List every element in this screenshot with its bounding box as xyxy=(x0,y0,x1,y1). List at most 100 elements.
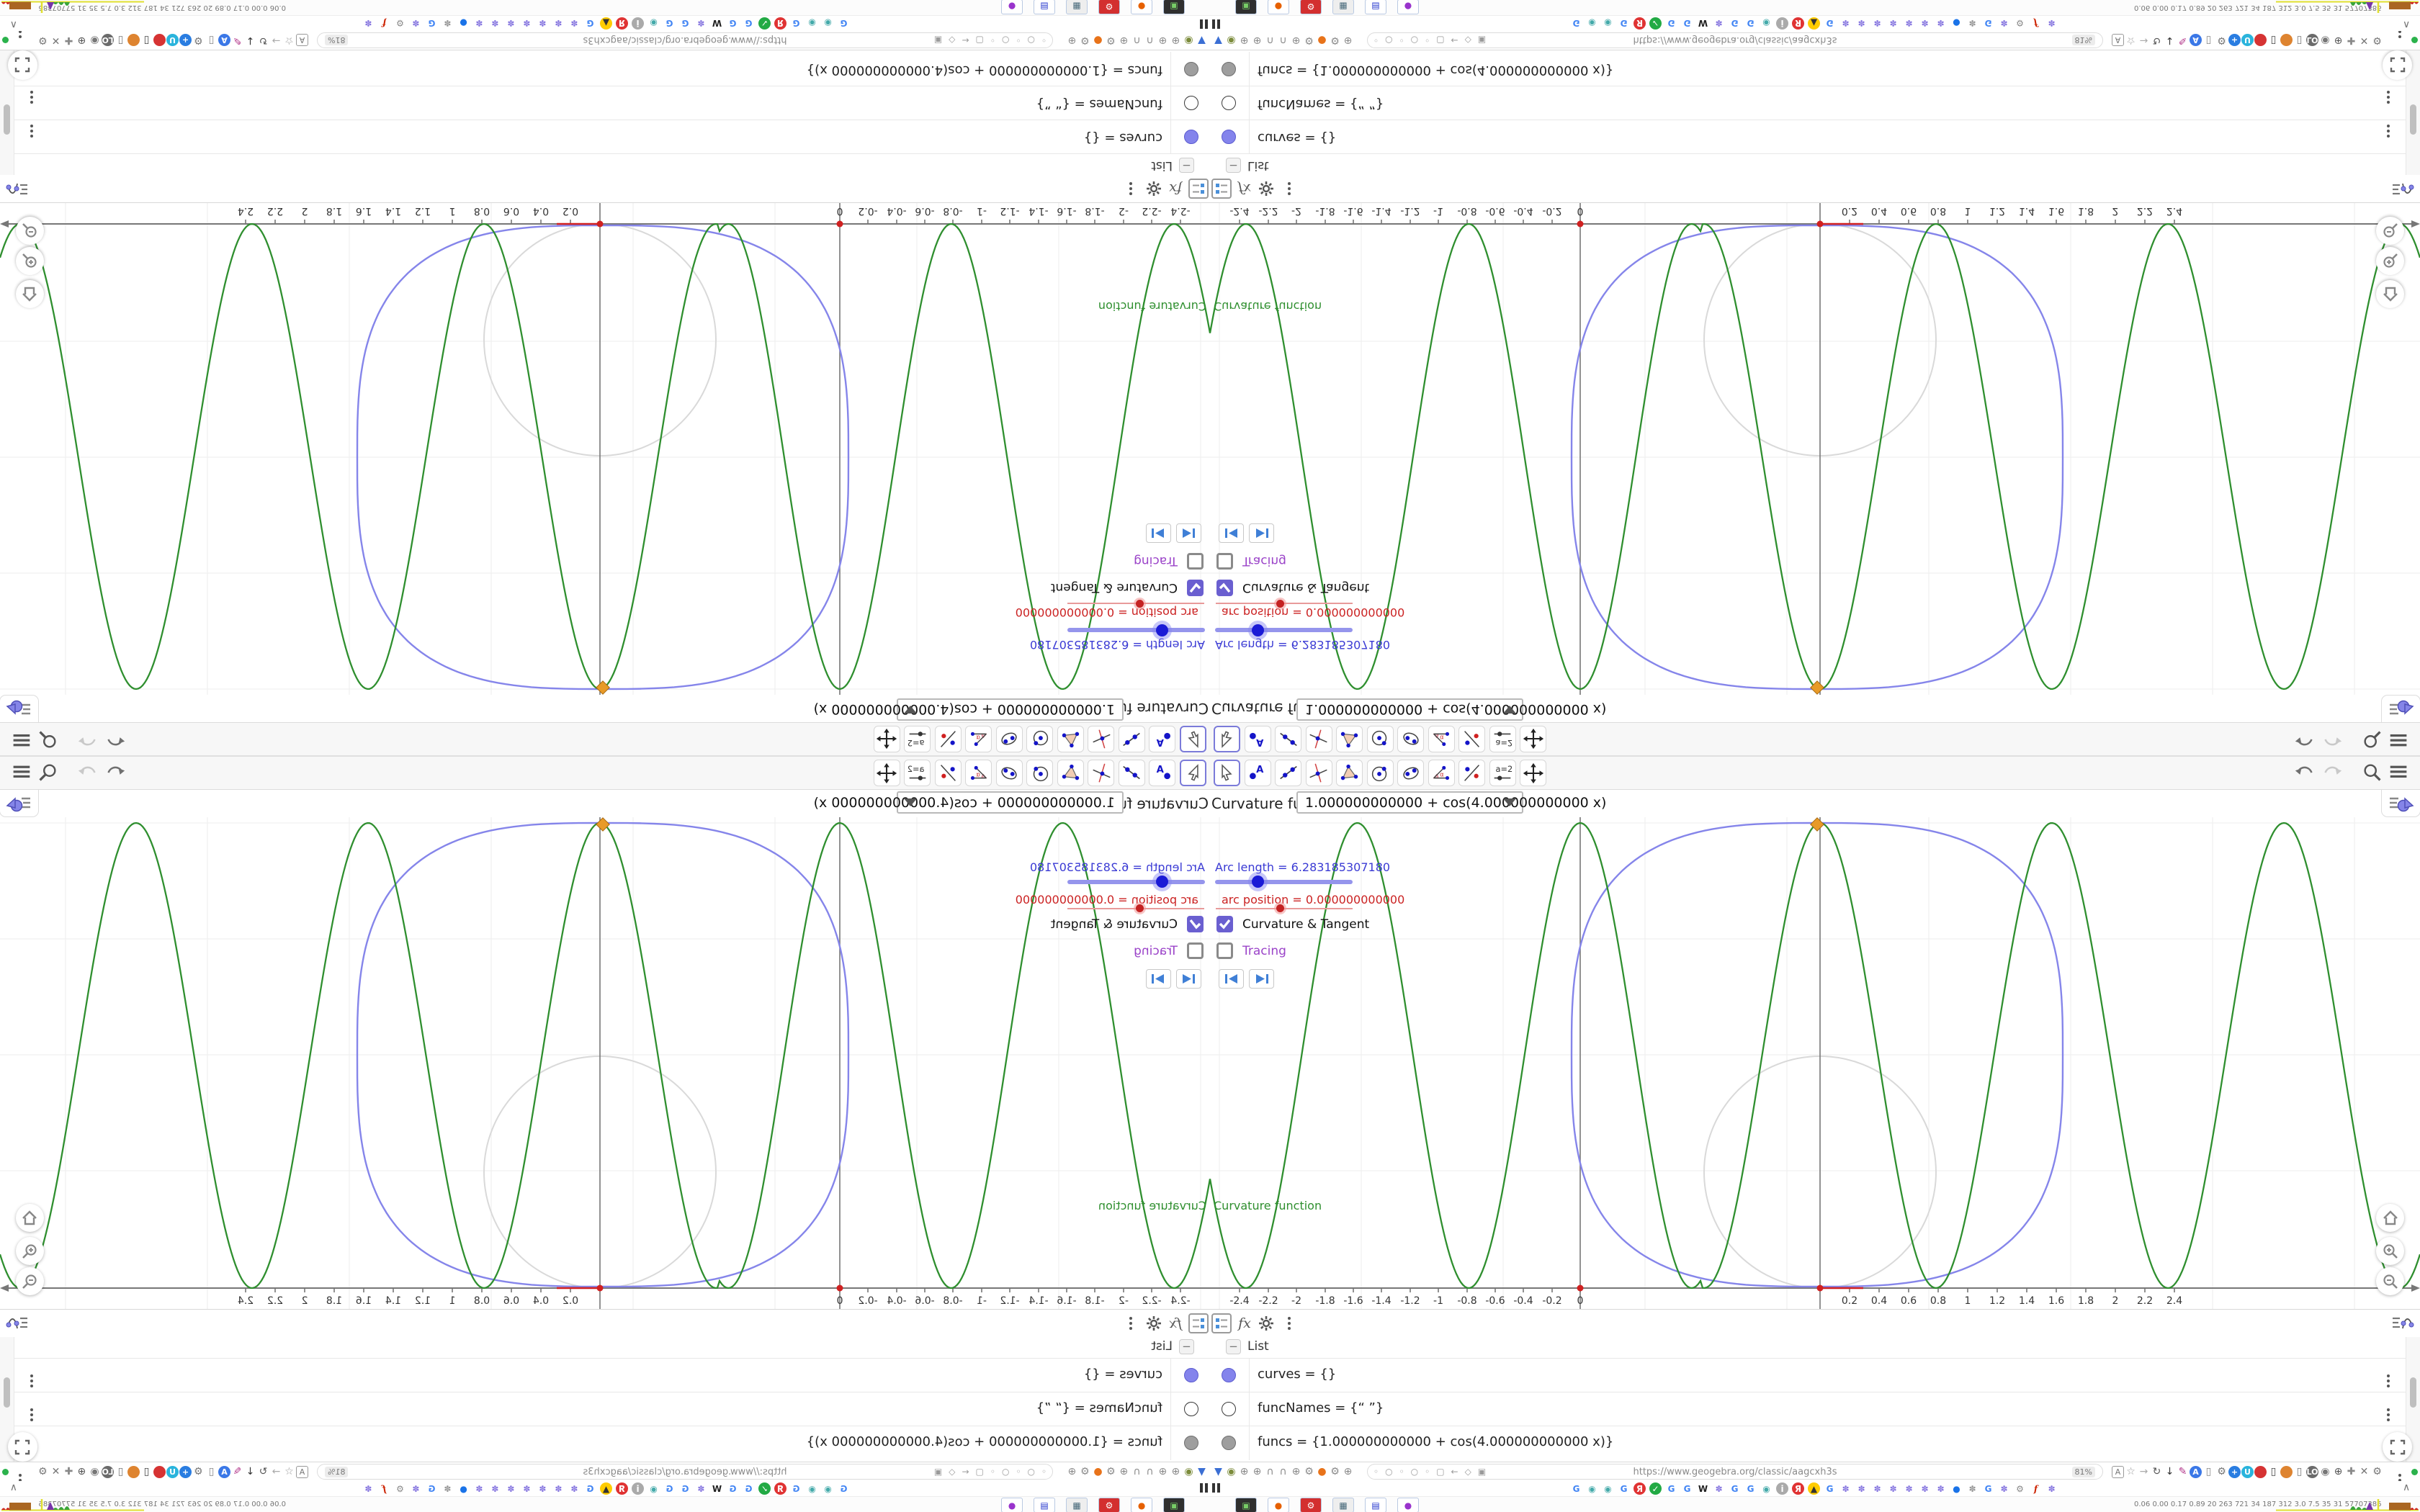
algebra-more-options-icon[interactable] xyxy=(1121,1313,1141,1333)
curve-start-point[interactable] xyxy=(596,1284,604,1292)
algebra-row-funcNames[interactable]: funcNames = {“ ”} xyxy=(0,86,1210,120)
extension-icon[interactable]: A xyxy=(2112,1465,2124,1478)
bookmark-favicon[interactable]: W xyxy=(1697,17,1709,30)
bookmark-favicon[interactable]: G xyxy=(1982,1482,1994,1495)
zoom-search-icon[interactable] xyxy=(2360,726,2386,751)
extension-icon[interactable]: ⊕ xyxy=(1066,35,1078,47)
bookmark-favicon[interactable]: ✽ xyxy=(2045,17,2058,30)
extension-icon[interactable]: ⚙ xyxy=(2215,1466,2228,1478)
extension-icon[interactable]: ☆ xyxy=(283,35,295,47)
extension-icon[interactable]: ↻ xyxy=(2151,35,2163,47)
extension-icon[interactable]: U xyxy=(2241,34,2254,47)
collapse-chevron-icon[interactable]: ∧ xyxy=(2403,19,2410,30)
line-tool[interactable] xyxy=(1119,760,1145,786)
bookmark-favicon[interactable]: ● xyxy=(457,17,470,30)
taskbar-app-icon[interactable]: ▦ xyxy=(1332,0,1354,14)
bookmark-favicon[interactable]: ✽ xyxy=(1935,1482,1947,1495)
fullscreen-button[interactable] xyxy=(2383,1432,2412,1462)
bookmark-favicon[interactable]: G xyxy=(1729,1482,1741,1495)
visibility-marble[interactable] xyxy=(1222,1402,1236,1416)
bookmark-favicon[interactable]: ✓ xyxy=(758,17,771,30)
extension-icon[interactable]: A xyxy=(2190,1465,2202,1478)
extension-icon[interactable]: LO xyxy=(2306,34,2318,47)
zoom-search-icon[interactable] xyxy=(34,726,60,751)
graphics-view[interactable]: -2.4 -2.2 -2 -1.8 -1.6 -1.4 -1.2 -1 -0.8 -0.6 -0.4… xyxy=(1210,817,2420,1309)
taskbar-app-icon[interactable]: ▤ xyxy=(1034,1498,1055,1512)
arc-length-slider[interactable] xyxy=(1215,628,1353,632)
bookmark-favicon[interactable]: ◉ xyxy=(1760,17,1773,30)
bookmark-favicon[interactable]: ⚙ xyxy=(2014,1482,2026,1495)
algebra-row-curves[interactable]: curves = {} xyxy=(1210,1358,2420,1392)
bookmark-favicon[interactable]: G xyxy=(838,1482,850,1495)
graphics-stylebar-toggle[interactable] xyxy=(0,790,39,817)
arc-length-slider-thumb[interactable] xyxy=(1156,624,1168,636)
collapse-list-button[interactable]: − xyxy=(1226,1339,1241,1354)
extension-icon[interactable]: + xyxy=(179,34,192,47)
extension-icon[interactable]: + xyxy=(2228,1465,2241,1478)
extension-icon[interactable]: ↻ xyxy=(2151,1466,2163,1478)
bookmark-favicon[interactable]: ● xyxy=(1950,17,1963,30)
bookmark-favicon[interactable]: ✽ xyxy=(442,1482,454,1495)
extension-icon[interactable]: ∩ xyxy=(1264,1466,1276,1478)
bookmark-favicon[interactable]: ✽ xyxy=(1839,1482,1852,1495)
bookmark-favicon[interactable]: ✽ xyxy=(473,1482,485,1495)
arc-length-slider-thumb[interactable] xyxy=(1252,624,1264,636)
polygon-tool[interactable] xyxy=(1057,726,1084,752)
bookmark-favicon[interactable]: G xyxy=(743,1482,755,1495)
extension-icon[interactable] xyxy=(153,1465,166,1478)
bookmark-favicon[interactable]: G xyxy=(1570,17,1582,30)
bookmark-favicon[interactable]: ▲ xyxy=(600,1482,612,1495)
extension-icon[interactable]: ⊕ xyxy=(1157,1466,1169,1478)
tree-view-toggle[interactable] xyxy=(1188,1313,1209,1333)
bookmark-favicon[interactable]: ▲ xyxy=(1808,17,1820,30)
taskbar-app-icon[interactable]: ● xyxy=(1131,0,1152,14)
extension-icon[interactable]: ✎ xyxy=(231,1466,243,1478)
bookmark-favicon[interactable]: ◉ xyxy=(1760,1482,1773,1495)
curvature-function-dropdown[interactable]: 1.000000000000 + cos(4.000000000000 x) xyxy=(1296,791,1606,814)
move-tool[interactable] xyxy=(1214,760,1240,786)
fx-display-toggle[interactable]: fx xyxy=(1165,179,1186,199)
extension-icon[interactable]: A xyxy=(296,34,308,47)
page-zoom-badge[interactable]: 81% xyxy=(2071,35,2095,45)
extension-icon[interactable]: ⊕ xyxy=(2332,35,2344,47)
skip-to-start-button[interactable] xyxy=(1176,523,1201,543)
row-menu-icon[interactable] xyxy=(2387,125,2390,145)
collapse-list-button[interactable]: − xyxy=(1179,1339,1194,1354)
bookmark-favicon[interactable]: ✽ xyxy=(442,17,454,30)
bookmark-favicon[interactable]: ✽ xyxy=(1966,17,1978,30)
algebra-row-funcNames[interactable]: funcNames = {“ ”} xyxy=(0,1392,1210,1426)
algebra-more-options-icon[interactable] xyxy=(1279,179,1299,199)
bookmark-favicon[interactable]: G xyxy=(426,1482,438,1495)
bookmark-favicon[interactable]: i xyxy=(1776,17,1788,30)
taskbar-app-icon[interactable]: ⚙ xyxy=(1300,1498,1322,1512)
bookmark-favicon[interactable]: G xyxy=(743,17,755,30)
extension-icon[interactable]: ▯ xyxy=(140,1466,153,1478)
algebra-more-options-icon[interactable] xyxy=(1121,179,1141,199)
bookmark-favicon[interactable]: W xyxy=(711,17,723,30)
bookmark-favicon[interactable]: Я xyxy=(1792,1482,1804,1495)
extension-icon[interactable]: ▼ xyxy=(1212,1466,1224,1478)
extension-icon[interactable]: ↻ xyxy=(257,1466,269,1478)
bookmark-favicon[interactable]: G xyxy=(1729,17,1741,30)
extension-icon[interactable]: ⊕ xyxy=(1290,1466,1302,1478)
skip-to-start-button[interactable] xyxy=(1219,523,1244,543)
arc-position-point[interactable] xyxy=(836,220,843,228)
bookmark-favicon[interactable]: ✽ xyxy=(1855,17,1868,30)
move-tool[interactable] xyxy=(1214,726,1240,752)
extension-icon[interactable]: A xyxy=(218,34,230,47)
extension-icon[interactable]: A xyxy=(296,1465,308,1478)
taskbar-app-icon[interactable]: ▦ xyxy=(1066,1498,1088,1512)
tree-view-toggle[interactable] xyxy=(1188,179,1209,199)
arc-length-slider-thumb[interactable] xyxy=(1252,876,1264,888)
bookmark-favicon[interactable]: ✽ xyxy=(1871,17,1883,30)
extension-icon[interactable]: ▯ xyxy=(2202,1466,2215,1478)
collapse-list-button[interactable]: − xyxy=(1179,158,1194,173)
bookmark-favicon[interactable]: i xyxy=(632,17,644,30)
graphics-view[interactable]: -2.4 -2.2 -2 -1.8 -1.6 -1.4 -1.2 -1 -0.8 -0.6 -0.4… xyxy=(0,817,1210,1309)
redo-button[interactable] xyxy=(2318,726,2344,751)
bookmark-favicon[interactable]: ✽ xyxy=(568,17,581,30)
extension-icon[interactable] xyxy=(127,34,140,47)
extension-icon[interactable]: ∩ xyxy=(1131,1466,1143,1478)
zoom-out-button[interactable] xyxy=(16,1267,44,1295)
bookmark-favicon[interactable]: ✽ xyxy=(695,1482,707,1495)
